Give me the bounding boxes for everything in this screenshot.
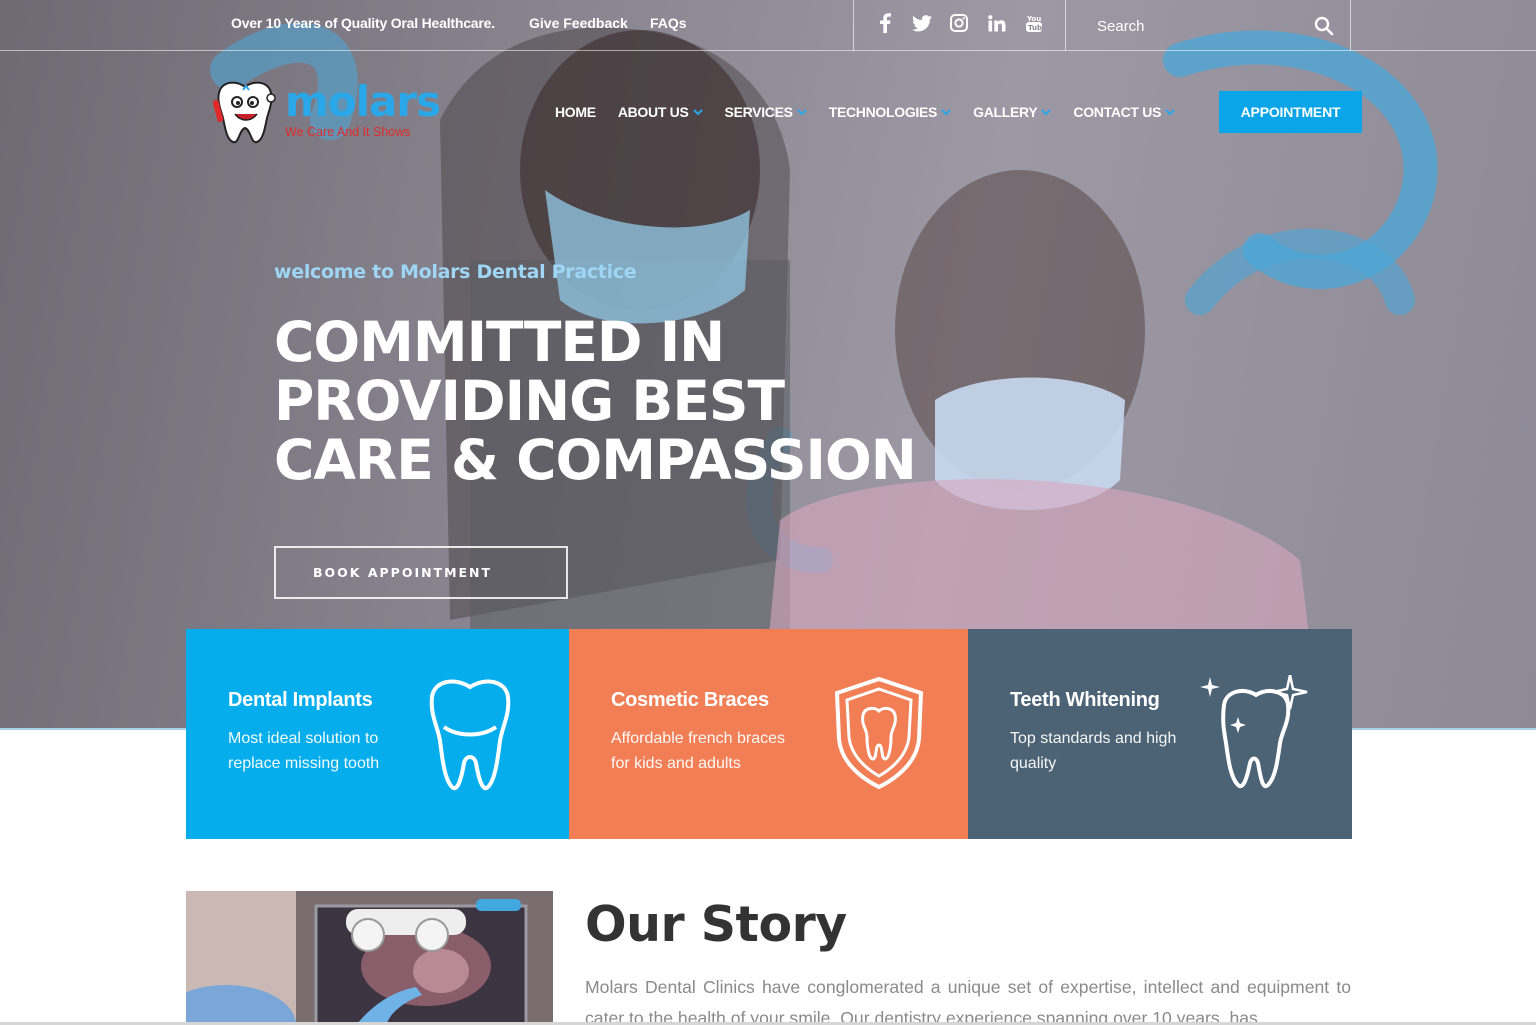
nav-item-contact-us[interactable]: CONTACT US xyxy=(1073,91,1175,133)
card-description: Top standards and high quality xyxy=(1010,730,1177,772)
main-nav: HOME ABOUT US SERVICES TECHNOLOGIES GALL… xyxy=(555,91,1197,133)
linkedin-icon[interactable] xyxy=(985,14,1009,37)
sparkling-tooth-icon xyxy=(1200,675,1308,789)
hero-headline: COMMITTED IN PROVIDING BEST CARE & COMPA… xyxy=(274,313,974,490)
page: Over 10 Years of Quality Oral Healthcare… xyxy=(0,0,1536,1025)
chevron-down-icon xyxy=(692,109,703,116)
search-box xyxy=(1067,0,1351,51)
svg-text:You: You xyxy=(1026,15,1041,23)
nav-item-label: CONTACT US xyxy=(1073,104,1162,120)
chevron-down-icon xyxy=(1041,109,1052,116)
logo-slogan: We Care And It Shows xyxy=(285,125,411,139)
nav-item-services[interactable]: SERVICES xyxy=(725,91,807,133)
tooth-mascot-icon xyxy=(213,81,276,144)
nav-item-gallery[interactable]: GALLERY xyxy=(973,91,1052,133)
card-cosmetic-braces[interactable]: Cosmetic Braces Affordable french braces… xyxy=(569,629,968,839)
hero-headline-line: CARE & COMPASSION xyxy=(274,428,917,492)
site-logo[interactable]: molars We Care And It Shows xyxy=(213,78,441,148)
nav-item-technologies[interactable]: TECHNOLOGIES xyxy=(829,91,951,133)
card-teeth-whitening[interactable]: Teeth Whitening Top standards and high q… xyxy=(968,629,1352,839)
give-feedback-link[interactable]: Give Feedback xyxy=(529,15,628,31)
social-links: YouTube xyxy=(853,0,1066,51)
svg-text:Tube: Tube xyxy=(1028,24,1043,32)
card-title: Dental Implants xyxy=(228,689,373,711)
appointment-button[interactable]: APPOINTMENT xyxy=(1219,91,1362,133)
search-input[interactable] xyxy=(1097,15,1297,37)
nav-item-label: HOME xyxy=(555,104,596,120)
facebook-icon[interactable] xyxy=(873,13,897,38)
chevron-down-icon xyxy=(941,109,951,116)
story-title: Our Story xyxy=(585,896,847,953)
logo-wordmark: molars xyxy=(285,77,441,126)
card-description: Most ideal solution to replace missing t… xyxy=(228,730,380,772)
nav-item-label: TECHNOLOGIES xyxy=(828,104,938,120)
tooth-shield-icon xyxy=(834,676,924,790)
twitter-icon[interactable] xyxy=(910,14,934,37)
hero-headline-line: COMMITTED IN xyxy=(274,310,725,374)
story-text: Molars Dental Clinics have conglomerated… xyxy=(585,977,1351,1025)
card-description: Affordable french braces for kids and ad… xyxy=(611,730,786,772)
chevron-down-icon xyxy=(796,109,807,116)
nav-item-label: ABOUT US xyxy=(617,104,689,120)
topbar-tagline: Over 10 Years of Quality Oral Healthcare… xyxy=(231,15,495,31)
nav-item-home[interactable]: HOME xyxy=(555,91,596,133)
instagram-icon[interactable] xyxy=(947,14,971,37)
hero-headline-line: PROVIDING BEST xyxy=(274,369,785,433)
youtube-icon[interactable]: YouTube xyxy=(1022,13,1047,38)
search-icon[interactable] xyxy=(1314,16,1334,36)
hero-welcome: welcome to Molars Dental Practice xyxy=(274,261,637,283)
chevron-down-icon xyxy=(1165,109,1175,116)
book-appointment-button[interactable]: BOOK APPOINTMENT xyxy=(274,546,568,599)
nav-item-label: SERVICES xyxy=(724,104,793,120)
story-photo-art xyxy=(186,891,553,1025)
card-dental-implants[interactable]: Dental Implants Most ideal solution to r… xyxy=(186,629,569,839)
nav-item-label: GALLERY xyxy=(973,104,1038,120)
top-bar: Over 10 Years of Quality Oral Healthcare… xyxy=(0,0,1536,51)
faqs-link[interactable]: FAQs xyxy=(650,15,687,31)
nav-item-about-us[interactable]: ABOUT US xyxy=(618,91,703,133)
tooth-implant-icon xyxy=(429,679,511,791)
feature-cards: Dental Implants Most ideal solution to r… xyxy=(186,629,1352,839)
story-image xyxy=(186,891,553,1025)
